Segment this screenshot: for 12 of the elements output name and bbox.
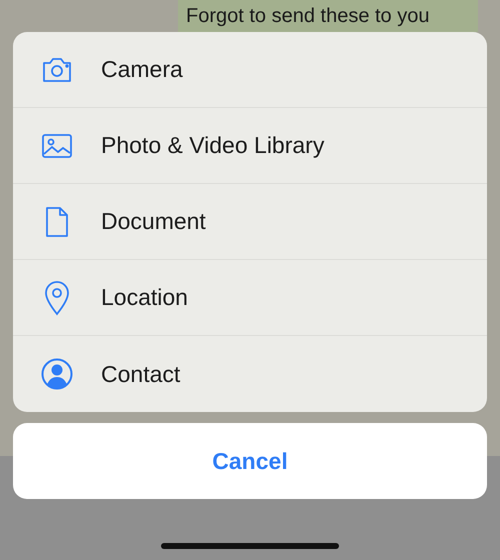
document-icon	[45, 206, 69, 238]
cancel-button[interactable]: Cancel	[13, 423, 487, 499]
menu-item[interactable]: Location	[101, 284, 188, 311]
menu-item[interactable]: Document	[101, 208, 206, 235]
message-bubble: Forgot to send these to you	[178, 0, 478, 32]
menu-item[interactable]: Camera	[101, 56, 183, 83]
menu-item[interactable]: Contact	[101, 360, 180, 388]
image-icon	[41, 132, 73, 158]
menu-item[interactable]: Photo & Video Library	[101, 132, 324, 159]
camera-icon	[41, 56, 73, 82]
contact-icon	[41, 358, 73, 390]
location-pin-icon	[44, 280, 70, 316]
